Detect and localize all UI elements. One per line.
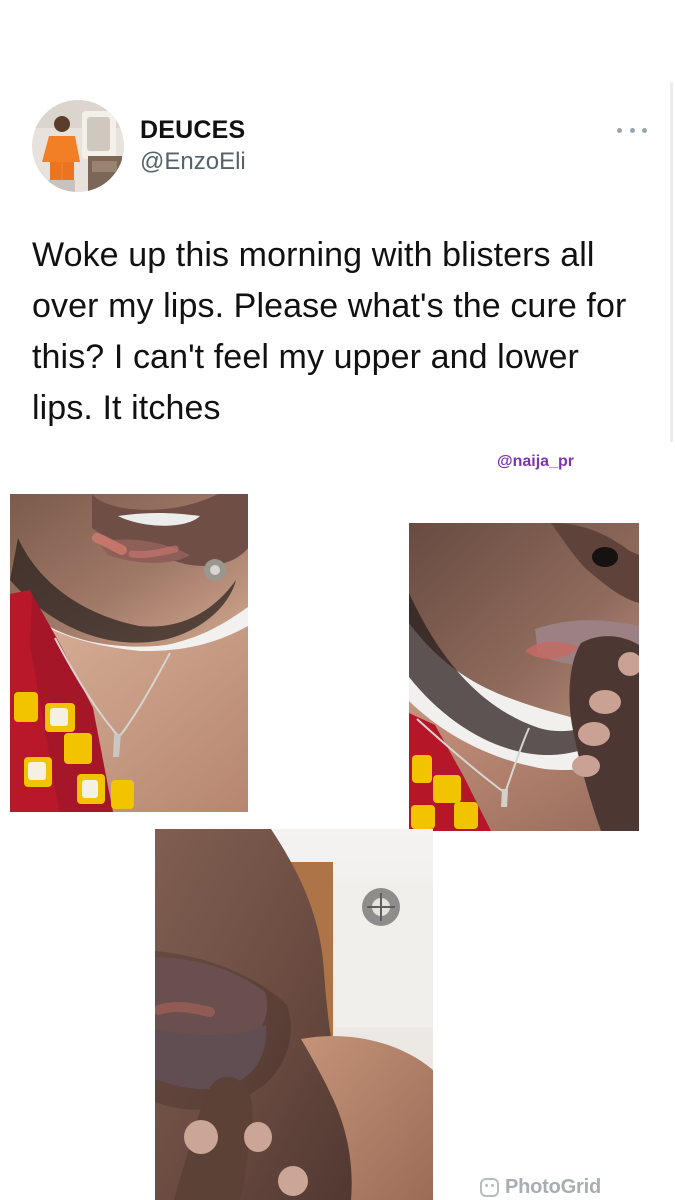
scrollbar[interactable] <box>670 82 673 442</box>
user-handle[interactable]: @EnzoEli <box>140 147 246 177</box>
more-dot-icon <box>629 127 635 133</box>
photogrid-logo-icon <box>480 1177 499 1197</box>
source-watermark: @naija_pr <box>497 453 574 470</box>
photogrid-watermark: PhotoGrid <box>480 1173 601 1200</box>
lip-blister-photo-2 <box>409 523 639 831</box>
more-options-button[interactable] <box>617 124 647 136</box>
photo-collage-screenshot: DEUCES @EnzoEli Woke up this morning wit… <box>0 0 675 1200</box>
lip-blister-photo-3-image <box>155 829 433 1200</box>
profile-avatar[interactable] <box>32 100 124 192</box>
tweet-text: Woke up this morning with blisters all o… <box>32 236 627 427</box>
more-dot-icon <box>617 127 622 133</box>
photogrid-label: PhotoGrid <box>505 1175 601 1198</box>
lip-blister-photo-1-image <box>10 494 248 812</box>
lip-blister-photo-2-image <box>409 523 639 831</box>
tweet-header: DEUCES @EnzoEli <box>32 100 652 195</box>
lip-blister-photo-3 <box>155 829 433 1200</box>
lip-blister-photo-1 <box>10 494 248 812</box>
more-dot-icon <box>642 127 647 133</box>
profile-photo-image <box>32 100 124 192</box>
display-name[interactable]: DEUCES <box>140 114 245 146</box>
